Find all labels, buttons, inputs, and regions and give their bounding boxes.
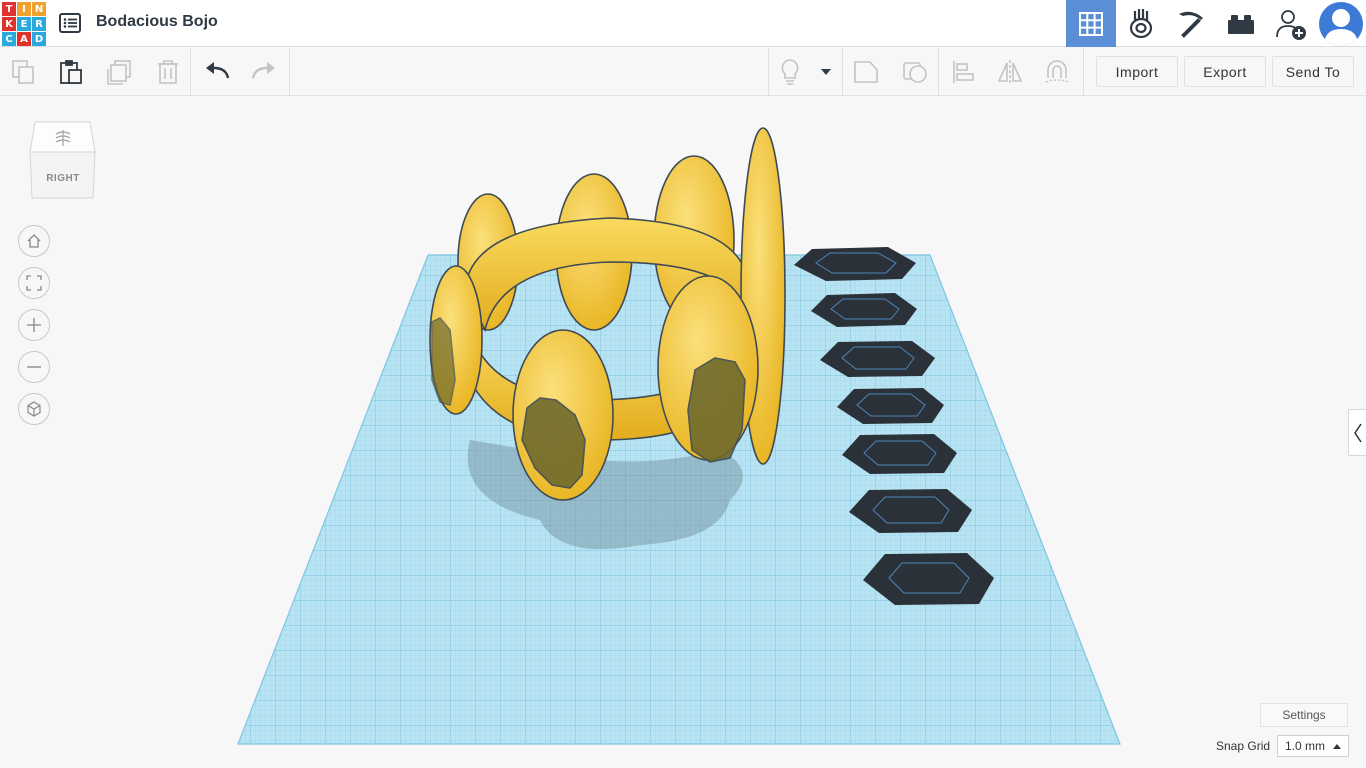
zoom-out-button[interactable] (18, 351, 50, 383)
logo-letter: A (17, 32, 31, 46)
circuits-button[interactable] (1116, 0, 1166, 47)
view-cube[interactable] (28, 118, 98, 202)
chevron-left-icon (1353, 423, 1362, 442)
top-navigation (1066, 0, 1366, 47)
mirror-button[interactable] (996, 58, 1024, 86)
avatar (1319, 1, 1363, 46)
logo-letter: T (2, 2, 16, 16)
edit-toolbar: Import Export Send To (0, 48, 1366, 96)
3d-design-grid-icon (1079, 11, 1103, 36)
redo-icon (251, 62, 275, 79)
paste-button[interactable] (57, 58, 85, 86)
logo-letter: R (32, 17, 46, 31)
align-button[interactable] (950, 58, 978, 86)
undo-icon (206, 62, 230, 79)
group-button[interactable] (852, 58, 880, 86)
add-user-button[interactable] (1266, 0, 1316, 47)
send-to-button[interactable]: Send To (1272, 56, 1354, 87)
snap-grid-select[interactable]: 1.0 mm (1277, 735, 1349, 757)
fit-all-button[interactable] (18, 267, 50, 299)
logo-letter: K (2, 17, 16, 31)
mirror-icon (997, 60, 1023, 84)
redo-button[interactable] (250, 58, 278, 86)
circuits-icon (1129, 8, 1153, 38)
ungroup-icon (903, 62, 927, 83)
logo-letter: I (17, 2, 31, 16)
duplicate-button[interactable] (106, 58, 134, 86)
bricks-icon (1228, 14, 1254, 34)
ortho-perspective-icon (27, 401, 41, 417)
logo-letter: C (2, 32, 16, 46)
cruise-button[interactable] (1043, 58, 1071, 86)
codeblocks-pickaxe-icon (1179, 11, 1203, 38)
fit-all-icon (26, 275, 42, 291)
zoom-out-icon (27, 366, 41, 368)
tinkercad-logo[interactable]: TIN KER CAD (2, 2, 46, 46)
view-cube-face-label: RIGHT (46, 173, 80, 184)
group-icon (854, 61, 878, 83)
duplicate-icon (107, 60, 131, 85)
logo-letter: N (32, 2, 46, 16)
settings-button[interactable]: Settings (1260, 703, 1348, 727)
copy-button[interactable] (10, 58, 38, 86)
copy-icon (12, 60, 34, 84)
delete-button[interactable] (154, 58, 182, 86)
notes-lightbulb-button[interactable] (776, 58, 804, 86)
ungroup-button[interactable] (901, 58, 929, 86)
design-title[interactable]: Bodacious Bojo (96, 13, 218, 31)
snap-grid-value: 1.0 mm (1285, 739, 1326, 753)
3d-design-grid-button[interactable] (1066, 0, 1116, 47)
trash-icon (158, 60, 178, 84)
bricks-button[interactable] (1216, 0, 1266, 47)
inspector-panel-toggle[interactable] (1348, 409, 1366, 456)
import-button[interactable]: Import (1096, 56, 1178, 87)
zoom-in-icon (27, 318, 41, 332)
logo-letter: E (17, 17, 31, 31)
caret-up-icon (1333, 744, 1341, 749)
user-avatar-button[interactable] (1316, 0, 1366, 47)
export-button[interactable]: Export (1184, 56, 1266, 87)
add-user-icon (1276, 9, 1306, 40)
codeblocks-button[interactable] (1166, 0, 1216, 47)
paste-icon (60, 60, 82, 84)
home-view-button[interactable] (18, 225, 50, 257)
logo-letter: D (32, 32, 46, 46)
ortho-perspective-button[interactable] (18, 393, 50, 425)
design-list-icon[interactable] (59, 12, 81, 34)
workplane-viewport[interactable] (0, 96, 1366, 768)
snap-grid-label: Snap Grid (1216, 739, 1271, 753)
chevron-down-icon (821, 69, 831, 75)
undo-button[interactable] (203, 58, 231, 86)
magnet-icon (1045, 60, 1069, 83)
home-view-icon (27, 234, 41, 248)
align-icon (953, 61, 974, 83)
notes-dropdown-button[interactable] (812, 58, 840, 86)
top-bar: TIN KER CAD Bodacious Bojo (0, 0, 1366, 47)
zoom-in-button[interactable] (18, 309, 50, 341)
lightbulb-icon (781, 59, 799, 85)
